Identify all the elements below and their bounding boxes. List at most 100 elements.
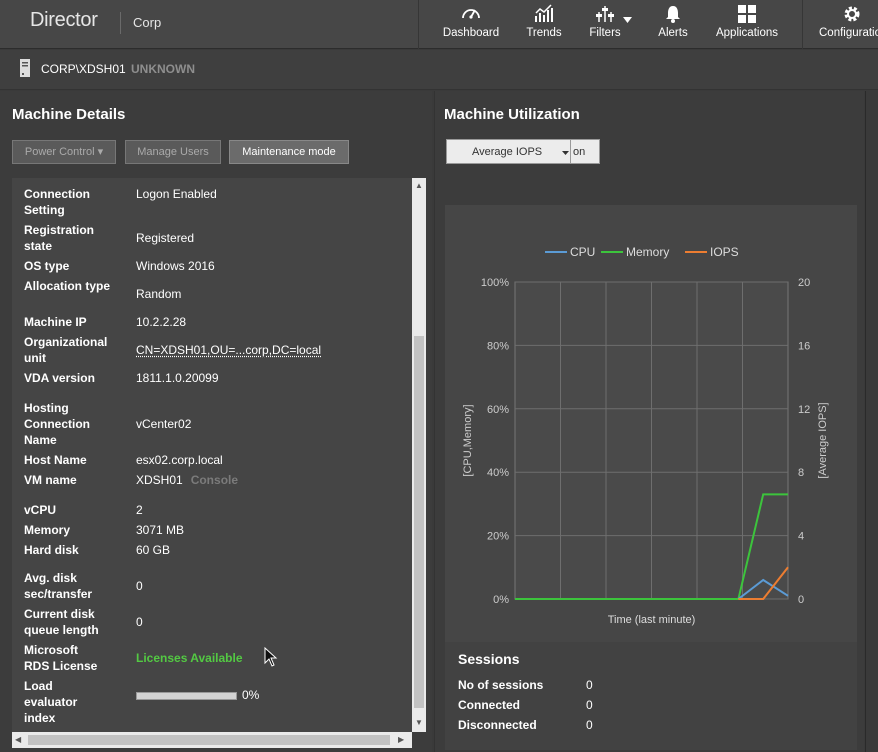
detail-key: Hosting Connection Name	[24, 401, 90, 447]
y2-tick-label: 0	[798, 594, 804, 606]
scroll-left-icon[interactable]: ◀	[15, 735, 21, 744]
y2-axis-label: [Average IOPS]	[817, 402, 829, 478]
details-vertical-scrollbar[interactable]: ▲ ▼	[412, 178, 426, 732]
nav-label: Applications	[715, 27, 778, 39]
load-index-bar	[136, 692, 237, 700]
legend-entry: CPU	[570, 245, 595, 259]
divider	[418, 0, 419, 49]
y2-tick-label: 12	[798, 404, 810, 416]
load-index-percent: 0%	[242, 688, 260, 702]
console-link[interactable]: Console	[191, 473, 238, 487]
detail-key: VDA version	[24, 371, 95, 385]
detail-value: Windows 2016	[136, 259, 215, 273]
detail-value: Registered	[136, 231, 195, 245]
y2-tick-label: 16	[798, 340, 810, 352]
chevron-down-icon	[562, 151, 569, 155]
scroll-up-icon[interactable]: ▲	[415, 181, 423, 190]
metric-toggle-button[interactable]: on	[570, 139, 600, 164]
detail-value: 10.2.2.28	[136, 315, 187, 329]
utilization-chart-card: 100% 20 80% 16 60% 12 40% 8 20% 4 0% 0 Time (last mi…	[445, 205, 857, 642]
y2-tick-label: 8	[798, 467, 804, 479]
y-tick-label: 100%	[481, 277, 509, 289]
detail-key: Microsoft RDS License	[24, 643, 98, 673]
session-value: 0	[586, 718, 593, 732]
detail-value: 1811.1.0.20099	[136, 371, 219, 385]
server-icon	[20, 59, 30, 77]
nav-label: Alerts	[658, 27, 688, 39]
detail-key: Registration state	[24, 223, 95, 253]
nav-trends[interactable]: Trends	[520, 0, 568, 49]
manage-users-button[interactable]: Manage Users	[125, 140, 221, 164]
detail-key: Hard disk	[24, 543, 79, 557]
nav-label: Trends	[526, 27, 562, 39]
y-tick-label: 60%	[487, 404, 509, 416]
detail-key: Organizational unit	[24, 335, 108, 365]
legend-entry: Memory	[626, 245, 669, 259]
panel-title: Machine Details	[12, 106, 126, 123]
detail-key: VM name	[24, 473, 77, 487]
maintenance-mode-button[interactable]: Maintenance mode	[229, 140, 349, 164]
app-title: Director	[30, 9, 98, 31]
nav-applications[interactable]: Applications	[712, 0, 782, 49]
detail-value: vCenter02	[136, 417, 192, 431]
scroll-right-icon[interactable]: ▶	[398, 735, 404, 744]
session-key: Connected	[458, 698, 521, 712]
detail-key: OS type	[24, 259, 70, 273]
scrollbar-thumb[interactable]	[414, 336, 424, 708]
sessions-title: Sessions	[458, 651, 520, 667]
detail-value: XDSH01 Console	[136, 472, 238, 488]
nav-configuration[interactable]: Configuration	[816, 0, 878, 49]
ou-link[interactable]: CN=XDSH01,OU=...corp,DC=local	[136, 342, 321, 358]
detail-value: 0	[136, 579, 143, 593]
y2-tick-label: 20	[798, 277, 810, 289]
list-item: Disconnected 0	[458, 718, 593, 732]
power-control-button[interactable]: Power Control ▾	[12, 140, 116, 164]
detail-value: esx02.corp.local	[136, 453, 223, 467]
legend-entry: IOPS	[710, 245, 739, 259]
bell-icon	[666, 6, 680, 23]
session-value: 0	[586, 678, 593, 692]
nav-label: Configuration	[819, 27, 878, 39]
details-list: Connection Setting Logon Enabled Registr…	[12, 178, 426, 732]
detail-value: 60 GB	[136, 543, 171, 557]
y-tick-label: 20%	[487, 531, 509, 543]
machine-name: CORP\XDSH01	[41, 62, 126, 76]
site-name: Corp	[133, 15, 162, 30]
list-item: Connected 0	[458, 698, 593, 712]
nav-dashboard[interactable]: Dashboard	[436, 0, 506, 49]
panel-title: Machine Utilization	[444, 106, 580, 123]
gauge-icon	[462, 9, 480, 19]
divider	[120, 12, 121, 34]
scroll-down-icon[interactable]: ▼	[415, 718, 423, 727]
nav-alerts[interactable]: Alerts	[652, 0, 694, 49]
scrollbar-thumb[interactable]	[28, 735, 390, 745]
y2-tick-label: 4	[798, 531, 804, 543]
y-tick-label: 80%	[487, 340, 509, 352]
detail-value: Logon Enabled	[136, 187, 217, 201]
detail-key: Allocation type	[24, 279, 111, 293]
detail-key: Current disk queue length	[24, 607, 99, 637]
side-panel-edge	[865, 91, 878, 752]
filter-icon	[596, 6, 614, 22]
details-horizontal-scrollbar[interactable]: ◀ ▶	[12, 732, 412, 748]
vm-name-value: XDSH01	[136, 473, 183, 487]
license-status: Licenses Available	[136, 651, 243, 665]
session-key: Disconnected	[458, 718, 537, 732]
top-navigation-bar: Director Corp Dashboard Trends Filters A…	[0, 0, 878, 49]
detail-value: Random	[136, 287, 182, 301]
utilization-chart: 100% 2080% 1660% 1240% 820% 40% 0Time (last mi…	[462, 245, 829, 626]
y-tick-label: 0%	[493, 594, 509, 606]
gear-icon	[844, 6, 860, 22]
chevron-down-icon[interactable]	[623, 17, 632, 23]
detail-value: 2	[136, 503, 143, 517]
y-tick-label: 40%	[487, 467, 509, 479]
machine-bar: CORP\XDSH01 UNKNOWN	[0, 50, 878, 90]
y-axis-label: [CPU,Memory]	[462, 404, 474, 476]
grid-icon	[738, 5, 756, 23]
metric-select[interactable]: Average IOPS	[446, 139, 571, 164]
session-value: 0	[586, 698, 593, 712]
nav-filters[interactable]: Filters	[584, 0, 626, 49]
load-index-value: 0%	[24, 688, 414, 704]
detail-key: Avg. disk sec/transfer	[24, 571, 93, 601]
session-key: No of sessions	[458, 678, 544, 692]
